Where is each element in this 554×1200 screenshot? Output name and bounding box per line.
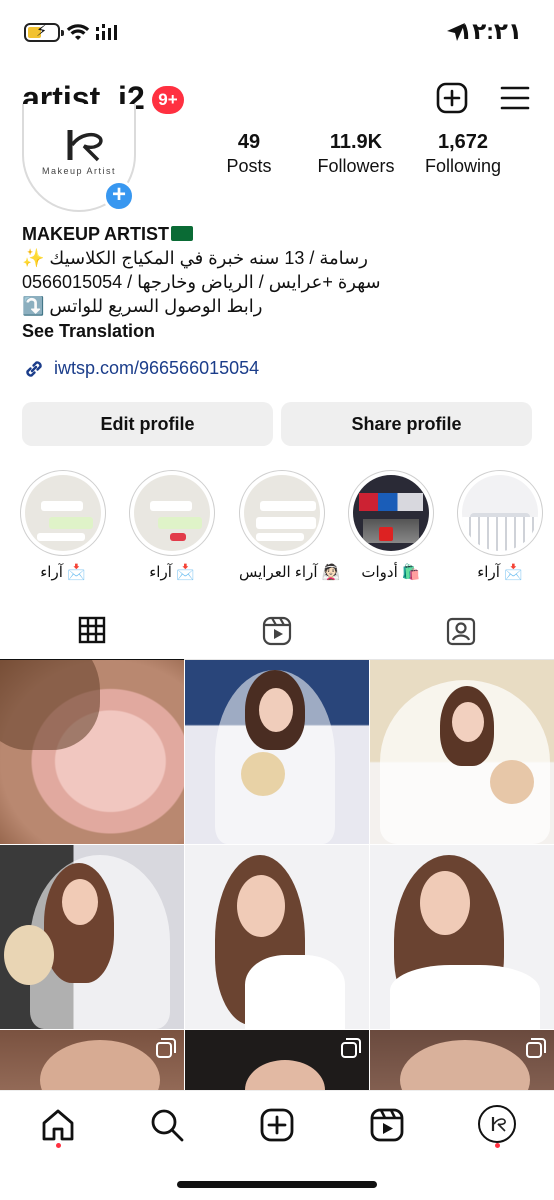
menu-icon[interactable] [500, 84, 530, 112]
bio-line-3: رابط الوصول السريع للواتس ⤵️ [22, 296, 263, 316]
saudi-flag-icon [171, 226, 194, 241]
wifi-icon [66, 24, 90, 40]
see-translation-link[interactable]: See Translation [22, 319, 542, 343]
post-thumbnail[interactable] [370, 1030, 554, 1090]
highlight-item[interactable]: آراء 📩 [457, 470, 543, 582]
status-bar: ⚡ ١٢:٢١ [0, 0, 554, 66]
signal-icon [96, 24, 117, 40]
highlight-item[interactable]: أدوات 🛍️ [348, 470, 434, 582]
profile-tabs [0, 604, 554, 661]
post-thumbnail[interactable] [0, 1030, 184, 1090]
battery-charging-icon: ⚡ [24, 23, 64, 42]
bio-line-1: رسامة / 13 سنه خبرة في المكياج الكلاسيك … [22, 248, 368, 268]
post-thumbnail[interactable] [185, 845, 369, 1029]
reels-icon [262, 616, 292, 646]
post-thumbnail[interactable] [185, 1030, 369, 1090]
posts-grid-tab[interactable] [0, 604, 184, 661]
highlight-item[interactable]: آراء 📩 [129, 470, 215, 582]
carousel-icon [156, 1038, 176, 1058]
highlight-label: أدوات 🛍️ [361, 564, 421, 581]
k-logo-icon [491, 1117, 506, 1132]
highlight-cover [244, 475, 320, 551]
profile-stats: 49 Posts 11.9K Followers 1,672 Following [200, 130, 540, 180]
avatar-text: Makeup Artist [41, 166, 117, 176]
search-icon[interactable] [147, 1105, 187, 1145]
bio-link-text[interactable]: iwtsp.com/966566015054 [54, 358, 259, 379]
home-icon[interactable] [38, 1105, 78, 1145]
k-logo-icon [67, 130, 103, 162]
reels-icon[interactable] [367, 1105, 407, 1145]
new-post-icon[interactable] [436, 82, 468, 114]
carousel-icon [526, 1038, 546, 1058]
highlight-cover [134, 475, 210, 551]
home-activity-dot [56, 1143, 61, 1148]
posts-grid [0, 660, 554, 1090]
profile-name: MAKEUP ARTIST [22, 224, 170, 244]
reels-tab[interactable] [184, 604, 368, 660]
highlight-cover [462, 475, 538, 551]
create-icon[interactable] [257, 1105, 297, 1145]
highlight-label: آراء 📩 [40, 564, 86, 581]
add-story-button[interactable]: + [103, 180, 135, 212]
stat-following[interactable]: 1,672 Following [408, 130, 518, 178]
link-icon [26, 361, 42, 377]
carousel-icon [341, 1038, 361, 1058]
share-profile-button[interactable]: Share profile [281, 402, 532, 446]
highlight-label: آراء 📩 [477, 564, 523, 581]
status-time: ١٢:٢١ [458, 18, 522, 44]
tagged-tab[interactable] [368, 604, 552, 660]
post-thumbnail[interactable] [185, 660, 369, 844]
post-thumbnail[interactable] [0, 660, 184, 844]
post-thumbnail[interactable] [0, 845, 184, 1029]
profile-avatar[interactable] [478, 1105, 516, 1143]
highlight-label: آراء العرايس 👰🏻 [239, 564, 341, 581]
highlight-label: آراء 📩 [149, 564, 195, 581]
edit-profile-button[interactable]: Edit profile [22, 402, 273, 446]
highlight-cover [353, 475, 429, 551]
post-thumbnail[interactable] [370, 845, 554, 1029]
tagged-icon [446, 617, 476, 646]
profile-bio: MAKEUP ARTIST رسامة / 13 سنه خبرة في الم… [22, 222, 542, 343]
post-thumbnail[interactable] [370, 660, 554, 844]
home-indicator [177, 1181, 377, 1188]
highlight-cover [25, 475, 101, 551]
profile-activity-dot [495, 1143, 500, 1148]
notification-badge[interactable]: 9+ [152, 86, 184, 114]
stat-posts[interactable]: 49 Posts [194, 130, 304, 178]
bio-line-2: سهرة +عرايس / الرياض وخارجها / 056601505… [22, 272, 381, 292]
highlight-item[interactable]: آراء العرايس 👰🏻 [239, 470, 341, 582]
highlight-item[interactable]: آراء 📩 [20, 470, 106, 582]
grid-icon [78, 616, 106, 644]
stat-followers[interactable]: 11.9K Followers [301, 130, 411, 178]
